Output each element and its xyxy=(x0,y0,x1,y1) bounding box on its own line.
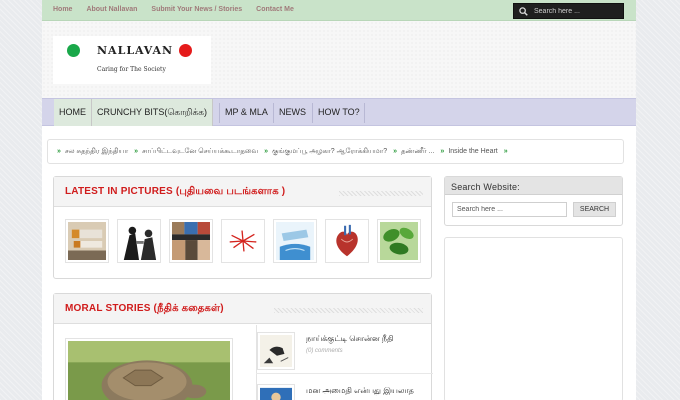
dog-sketch-image xyxy=(260,335,292,367)
tortoise-image xyxy=(68,341,230,400)
nav-item-mp-mla[interactable]: MP & MLA xyxy=(220,99,273,126)
picture-thumbnail[interactable] xyxy=(273,219,317,263)
site-logo[interactable]: NALLAVAN Caring for The Society xyxy=(53,36,211,84)
header-stripe xyxy=(274,308,423,313)
top-search-input[interactable] xyxy=(534,5,622,17)
chevron-right-icon: » xyxy=(134,148,139,155)
nav-item-news[interactable]: NEWS xyxy=(274,99,311,126)
ticker-item[interactable]: சாப்பிட்டவுடனே செய்யக்கூடாதவை xyxy=(142,148,258,155)
nav-item-home[interactable]: HOME xyxy=(54,99,92,126)
heart-image xyxy=(328,222,366,260)
chevron-right-icon: » xyxy=(503,148,508,155)
red-dot-icon xyxy=(179,44,192,57)
picture-thumbnail[interactable] xyxy=(169,219,213,263)
nav-item-how-to[interactable]: HOW TO? xyxy=(313,99,365,126)
site-tagline: Caring for The Society xyxy=(97,66,166,73)
latest-pictures-title: LATEST IN PICTURES (புதியவை படங்களாக ) xyxy=(65,186,286,197)
news-ticker: » சல சுதந்திர இந்தியா » சாப்பிட்டவுடனே செய… xyxy=(47,139,624,164)
leaves-image xyxy=(380,222,418,260)
latest-pictures-panel: LATEST IN PICTURES (புதியவை படங்களாக ) xyxy=(53,176,432,279)
ticker-item[interactable]: தண்ணீர் ... xyxy=(401,148,434,155)
top-nav-submit[interactable]: Submit Your News / Stories xyxy=(151,6,242,13)
meditation-image xyxy=(260,387,292,400)
site-title: NALLAVAN xyxy=(97,44,174,57)
collage-image xyxy=(172,222,210,260)
top-nav-home[interactable]: Home xyxy=(53,6,72,13)
nav-item-crunchy-bits[interactable]: CRUNCHY BITS(கொறிக்க) xyxy=(92,99,214,126)
saffron-image xyxy=(224,222,262,260)
moral-stories-title: MORAL STORIES (நீதிக் கதைகள்) xyxy=(65,303,224,314)
search-widget-title: Search Website: xyxy=(451,182,520,192)
sidebar-widget xyxy=(444,237,623,400)
picture-thumbnail[interactable] xyxy=(377,219,421,263)
people-image xyxy=(120,222,158,260)
story-comment-count[interactable]: (0) comments xyxy=(306,348,343,354)
row-divider xyxy=(256,373,433,374)
ticker-row: » சல சுதந்திர இந்தியா » சாப்பிட்டவுடனே செய… xyxy=(53,147,512,156)
green-dot-icon xyxy=(67,44,80,57)
chevron-right-icon: » xyxy=(57,148,61,155)
picture-thumbnail[interactable] xyxy=(221,219,265,263)
ticker-item[interactable]: சல சுதந்திர இந்தியா xyxy=(65,148,128,155)
panel-header: LATEST IN PICTURES (புதியவை படங்களாக ) xyxy=(54,177,431,207)
story-title[interactable]: மன அமைதி என்பது இயலாத xyxy=(306,386,414,396)
cigarettes-image xyxy=(68,222,106,260)
ticker-item[interactable]: குங்குமப்பூ அழகா? ஆரோக்கியமா? xyxy=(272,148,387,155)
widget-header: Search Website: xyxy=(445,177,622,195)
search-button[interactable]: SEARCH xyxy=(573,202,616,217)
search-input[interactable] xyxy=(452,202,567,217)
header-stripe xyxy=(339,191,423,196)
chevron-right-icon: » xyxy=(393,148,397,155)
search-icon[interactable] xyxy=(519,7,528,16)
top-bar: Home About Nallavan Submit Your News / S… xyxy=(42,0,636,21)
picture-thumbnail[interactable] xyxy=(117,219,161,263)
chevron-right-icon: » xyxy=(264,148,269,155)
story-title[interactable]: நாய்க்குட்டி சொன்ன நீதி xyxy=(306,334,394,344)
ticker-item[interactable]: Inside the Heart xyxy=(448,148,497,155)
story-thumbnail[interactable] xyxy=(257,384,295,400)
search-widget: Search Website: SEARCH xyxy=(444,176,623,226)
top-nav: Home About Nallavan Submit Your News / S… xyxy=(53,6,294,13)
story-thumbnail[interactable] xyxy=(257,332,295,370)
picture-thumbnail[interactable] xyxy=(65,219,109,263)
nav-divider xyxy=(364,103,365,123)
panel-header: MORAL STORIES (நீதிக் கதைகள்) xyxy=(54,294,431,324)
top-nav-contact[interactable]: Contact Me xyxy=(256,6,294,13)
top-nav-about[interactable]: About Nallavan xyxy=(86,6,137,13)
featured-story-image[interactable] xyxy=(65,338,233,400)
main-nav: HOME CRUNCHY BITS(கொறிக்க) MP & MLA NEWS… xyxy=(42,98,636,126)
water-image xyxy=(276,222,314,260)
picture-thumbnail[interactable] xyxy=(325,219,369,263)
moral-stories-panel: MORAL STORIES (நீதிக் கதைகள்) நாய்க்குட்… xyxy=(53,293,433,400)
page: Home About Nallavan Submit Your News / S… xyxy=(42,0,636,400)
top-search-box xyxy=(513,3,624,19)
chevron-right-icon: » xyxy=(440,148,445,155)
